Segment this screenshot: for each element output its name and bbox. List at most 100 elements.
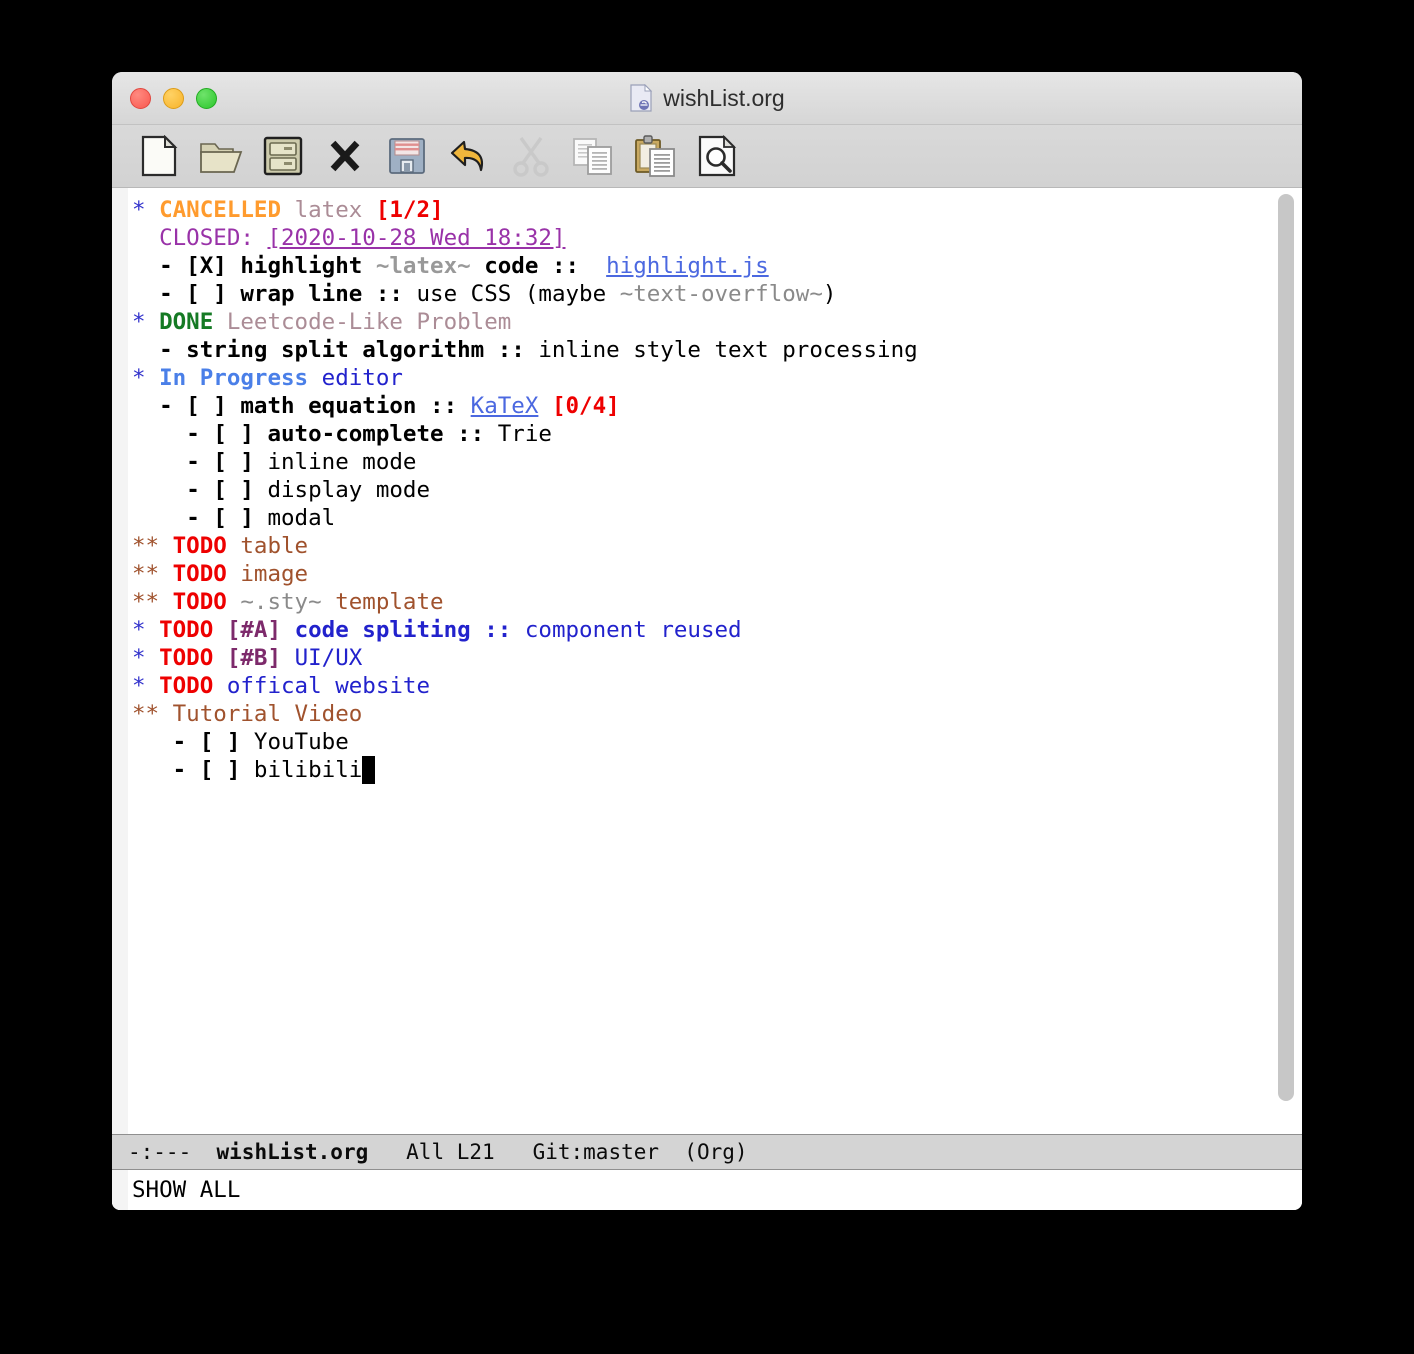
buffer-line[interactable]: - [ ] YouTube: [132, 728, 1270, 756]
buffer-line[interactable]: * CANCELLED latex [1/2]: [132, 196, 1270, 224]
text-span: ~latex~: [375, 253, 471, 279]
text-span: Trie: [497, 421, 552, 447]
text-span: [159, 533, 173, 559]
buffer-line[interactable]: - [ ] auto-complete :: Trie: [132, 420, 1270, 448]
text-span: [159, 561, 173, 587]
text-span: [281, 197, 295, 223]
buffer-line[interactable]: * TODO [#B] UI/UX: [132, 644, 1270, 672]
text-span: inline style text processing: [538, 337, 918, 363]
text-span: - [ ]: [186, 505, 268, 531]
text-span: [132, 757, 173, 783]
close-x-icon[interactable]: [314, 131, 376, 181]
close-button[interactable]: [130, 87, 151, 109]
maximize-button[interactable]: [196, 87, 217, 109]
text-span: In Progress: [159, 365, 309, 391]
org-document-icon: [629, 84, 653, 112]
buffer-line[interactable]: - [ ] wrap line :: use CSS (maybe ~text-…: [132, 280, 1270, 308]
buffer-line[interactable]: ** TODO image: [132, 560, 1270, 588]
text-span: - [ ]: [172, 729, 254, 755]
text-span: image: [240, 561, 309, 587]
buffer-line[interactable]: - [ ] display mode: [132, 476, 1270, 504]
text-span: code spliting ::: [294, 617, 525, 643]
minimize-button[interactable]: [163, 87, 184, 109]
scrollbar-thumb[interactable]: [1278, 194, 1294, 1101]
window-title: wishList.org: [663, 84, 785, 111]
text-span: DONE: [159, 309, 214, 335]
text-span: [0/4]: [551, 393, 620, 419]
magnifier-page-icon[interactable]: [686, 131, 748, 181]
text-span: [132, 225, 159, 251]
org-buffer-content[interactable]: * CANCELLED latex [1/2] CLOSED: [2020-10…: [128, 188, 1270, 1134]
text-span: - [ ]: [186, 449, 268, 475]
text-span: CANCELLED: [159, 197, 282, 223]
text-span: [132, 421, 186, 447]
buffer-line[interactable]: * DONE Leetcode-Like Problem: [132, 308, 1270, 336]
text-span: TODO: [172, 589, 227, 615]
text-span: [362, 756, 376, 784]
buffer-line[interactable]: - [ ] modal: [132, 504, 1270, 532]
buffer-line[interactable]: ** TODO ~.sty~ template: [132, 588, 1270, 616]
buffer-line[interactable]: - string split algorithm :: inline style…: [132, 336, 1270, 364]
buffer-line[interactable]: CLOSED: [2020-10-28 Wed 18:32]: [132, 224, 1270, 252]
text-span: **: [132, 701, 160, 727]
buffer-area[interactable]: * CANCELLED latex [1/2] CLOSED: [2020-10…: [112, 188, 1302, 1134]
text-span: - [ ]: [186, 477, 268, 503]
text-span: editor: [321, 365, 403, 391]
text-span: [146, 197, 160, 223]
emacs-window: wishList.org * CANCELLED latex [1/2] CLO…: [112, 72, 1302, 1210]
scissors-cut-icon[interactable]: [500, 131, 562, 181]
buffer-line[interactable]: - [X] highlight ~latex~ code :: highligh…: [132, 252, 1270, 280]
text-span: [1/2]: [375, 197, 444, 223]
copy-pages-icon[interactable]: [562, 131, 624, 181]
text-span: [159, 701, 173, 727]
text-span: [132, 337, 159, 363]
text-span: YouTube: [253, 729, 349, 755]
text-span: ): [822, 281, 837, 307]
buffer-line[interactable]: ** Tutorial Video: [132, 700, 1270, 728]
text-span: latex: [294, 197, 363, 223]
text-span: - [ ] auto-complete ::: [186, 421, 498, 447]
text-span: *: [132, 309, 146, 335]
text-span: [281, 645, 295, 671]
text-span: [538, 393, 552, 419]
minibuffer-fringe: [112, 1170, 128, 1210]
minibuffer[interactable]: SHOW ALL: [112, 1170, 1302, 1210]
file-cabinet-icon[interactable]: [252, 131, 314, 181]
text-span: [2020-10-28 Wed 18:32]: [267, 225, 566, 251]
scrollbar-track[interactable]: [1277, 192, 1295, 1122]
mode-line-status: All L21 Git:master (Org): [368, 1140, 748, 1164]
text-span: [281, 617, 295, 643]
new-file-icon[interactable]: [128, 131, 190, 181]
text-span: [213, 645, 227, 671]
text-span: [322, 589, 336, 615]
text-span: **: [132, 589, 160, 615]
buffer-line[interactable]: * TODO [#A] code spliting :: component r…: [132, 616, 1270, 644]
text-span: ~text-overflow~: [619, 281, 823, 307]
buffer-line[interactable]: - [ ] inline mode: [132, 448, 1270, 476]
text-span: [227, 561, 241, 587]
open-folder-icon[interactable]: [190, 131, 252, 181]
undo-arrow-icon[interactable]: [438, 131, 500, 181]
text-span: [132, 477, 186, 503]
buffer-scrollbar[interactable]: [1270, 188, 1302, 1134]
text-span: [#A]: [226, 617, 282, 643]
text-span: - [ ] wrap line ::: [159, 281, 417, 307]
buffer-line[interactable]: * TODO offical website: [132, 672, 1270, 700]
text-span: *: [132, 645, 146, 671]
floppy-save-icon[interactable]: [376, 131, 438, 181]
text-span: template: [335, 589, 444, 615]
text-span: [146, 365, 160, 391]
buffer-line[interactable]: * In Progress editor: [132, 364, 1270, 392]
text-span: - [ ] math equation ::: [159, 393, 471, 419]
text-span: bilibili: [253, 757, 363, 783]
buffer-line[interactable]: - [ ] bilibili: [132, 756, 1270, 784]
buffer-line[interactable]: ** TODO table: [132, 532, 1270, 560]
text-span: [227, 589, 241, 615]
text-span: inline mode: [267, 449, 417, 475]
buffer-line[interactable]: - [ ] math equation :: KaTeX [0/4]: [132, 392, 1270, 420]
text-span: [132, 253, 159, 279]
text-span: code ::: [470, 253, 593, 279]
clipboard-paste-icon[interactable]: [624, 131, 686, 181]
text-span: TODO: [172, 561, 227, 587]
text-span: - [X] highlight: [159, 253, 376, 279]
